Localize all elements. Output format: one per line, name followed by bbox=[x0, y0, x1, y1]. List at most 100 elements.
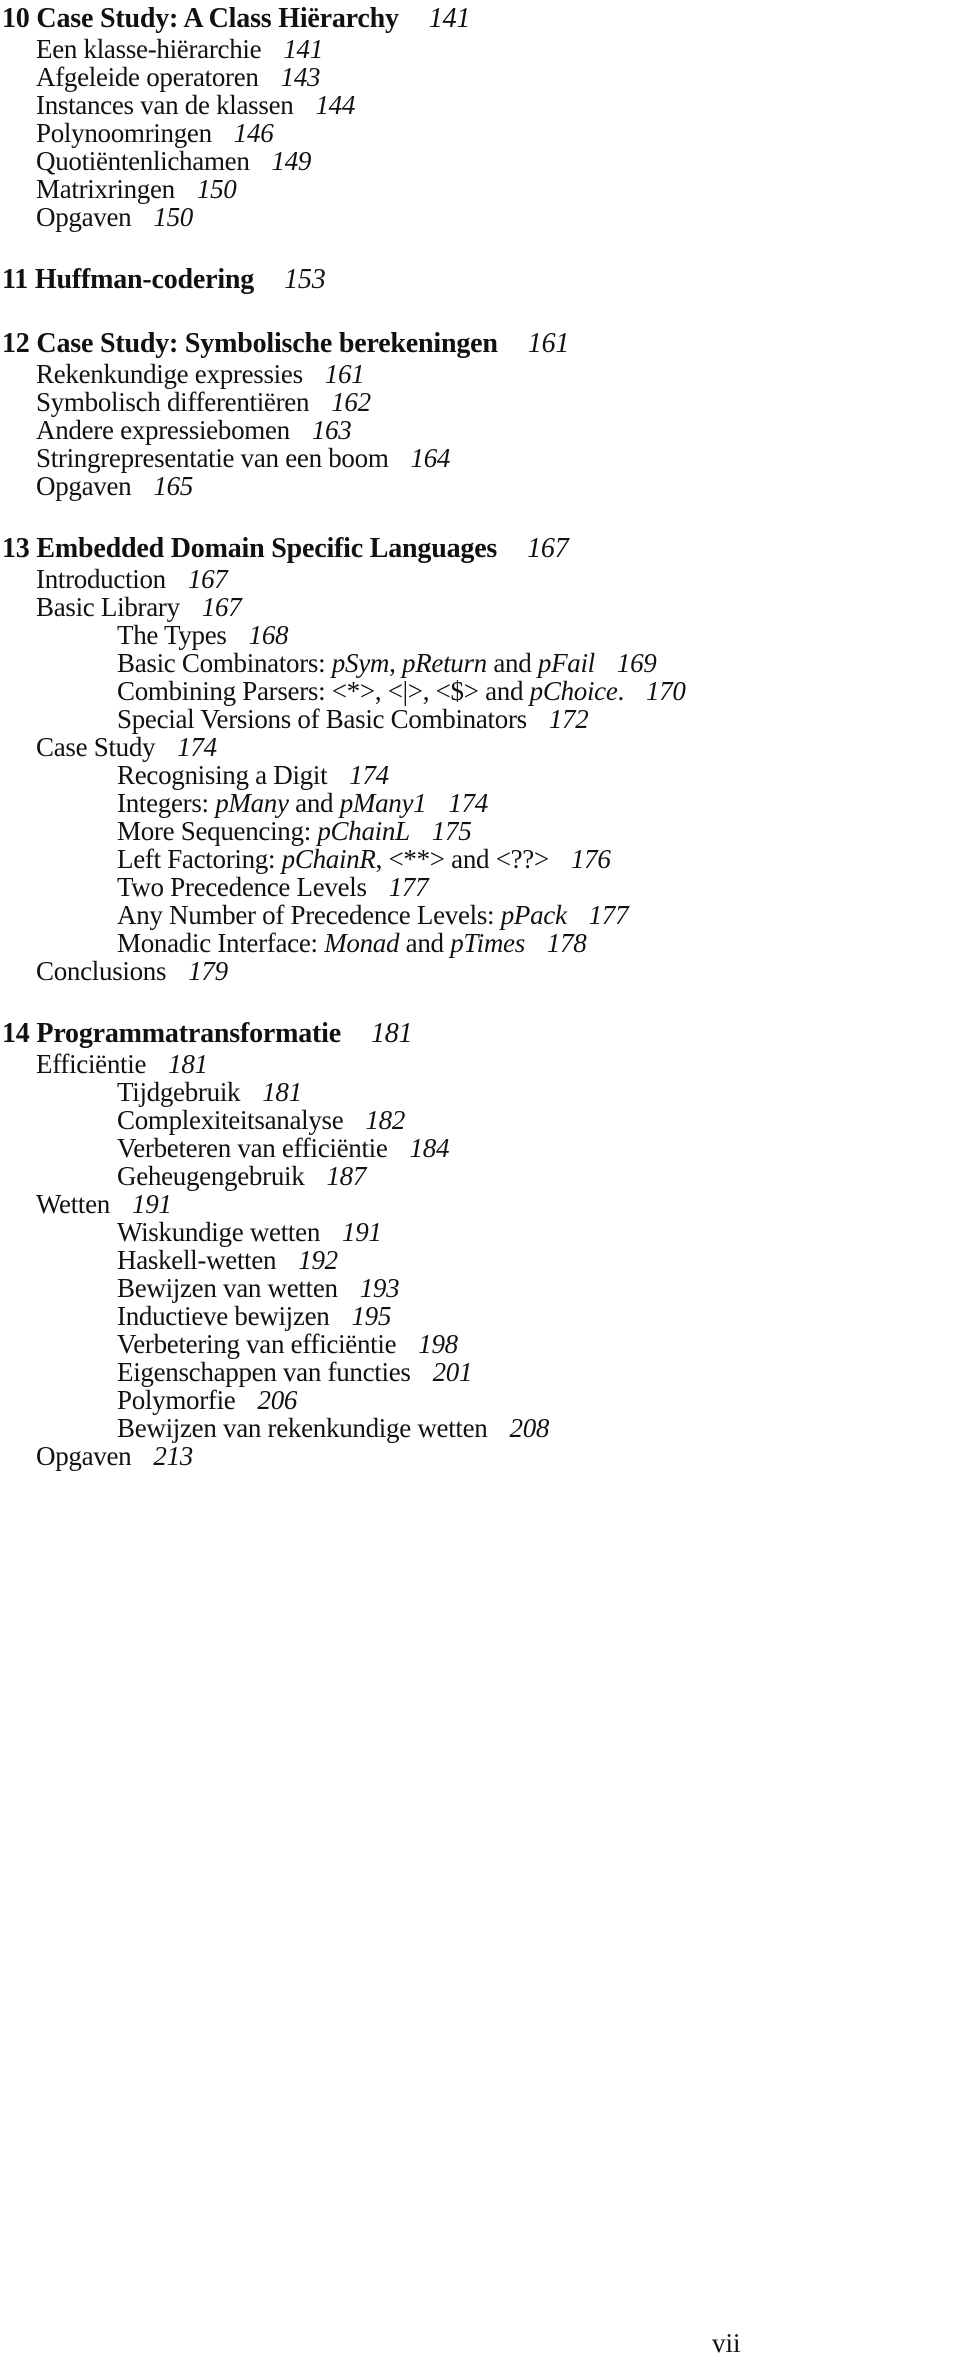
entry-page-number: 162 bbox=[331, 387, 371, 417]
toc-subsection[interactable]: Haskell-wetten 192 bbox=[2, 1246, 952, 1274]
toc-section[interactable]: Matrixringen 150 bbox=[2, 175, 952, 203]
entry-title: Quotiëntenlichamen bbox=[36, 146, 250, 176]
toc-section[interactable]: Case Study 174 bbox=[2, 733, 952, 761]
entry-title: Two Precedence Levels bbox=[117, 872, 367, 902]
entry-title: Any Number of Precedence Levels: pPack bbox=[117, 900, 567, 930]
toc-section[interactable]: Instances van de klassen 144 bbox=[2, 91, 952, 119]
entry-title: Tijdgebruik bbox=[117, 1077, 241, 1107]
toc-subsection[interactable]: Special Versions of Basic Combinators 172 bbox=[2, 705, 952, 733]
entry-page-number: 184 bbox=[409, 1133, 450, 1163]
entry-page-number: 181 bbox=[168, 1049, 208, 1079]
toc-subsection[interactable]: Two Precedence Levels 177 bbox=[2, 873, 952, 901]
toc-subsection[interactable]: Any Number of Precedence Levels: pPack 17… bbox=[2, 901, 952, 929]
entry-page-number: 150 bbox=[153, 202, 193, 232]
toc-section[interactable]: Basic Library 167 bbox=[2, 593, 952, 621]
toc-subsection[interactable]: Verbeteren van efficiëntie 184 bbox=[2, 1134, 952, 1162]
entry-title: Special Versions of Basic Combinators bbox=[117, 704, 527, 734]
entry-text: , <**> and <??> bbox=[375, 844, 550, 874]
toc-chapter-heading[interactable]: 13 Embedded Domain Specific Languages 167 bbox=[2, 534, 952, 564]
toc-subsection[interactable]: Recognising a Digit 174 bbox=[2, 761, 952, 789]
chapter-page-number: 141 bbox=[428, 3, 471, 34]
toc-subsection[interactable]: Verbetering van efficiëntie 198 bbox=[2, 1330, 952, 1358]
entry-text: The Types bbox=[117, 620, 227, 650]
toc-subsection[interactable]: Bewijzen van wetten 193 bbox=[2, 1274, 952, 1302]
entry-page-number: 213 bbox=[153, 1441, 193, 1471]
entry-text: Polynoomringen bbox=[36, 118, 212, 148]
toc-subsection[interactable]: Polymorfie 206 bbox=[2, 1386, 952, 1414]
entry-text: Basic Library bbox=[36, 592, 180, 622]
toc-subsection[interactable]: Bewijzen van rekenkundige wetten 208 bbox=[2, 1414, 952, 1442]
entry-title: Combining Parsers: <*>, <|>, <$> and pCh… bbox=[117, 676, 624, 706]
entry-text: Recognising a Digit bbox=[117, 760, 328, 790]
toc-section[interactable]: Een klasse-hiërarchie 141 bbox=[2, 35, 952, 63]
entry-code-term: pFail bbox=[537, 648, 595, 678]
toc-section[interactable]: Afgeleide operatoren 143 bbox=[2, 63, 952, 91]
entry-text: Bewijzen van wetten bbox=[117, 1273, 338, 1303]
toc-subsection[interactable]: Monadic Interface: Monad and pTimes 178 bbox=[2, 929, 952, 957]
toc-subsection[interactable]: Wiskundige wetten 191 bbox=[2, 1218, 952, 1246]
entry-title: Bewijzen van rekenkundige wetten bbox=[117, 1413, 488, 1443]
entry-page-number: 175 bbox=[431, 816, 472, 846]
toc-chapter-heading[interactable]: 11 Huffman-codering 153 bbox=[2, 265, 952, 295]
toc-subsection[interactable]: Basic Combinators: pSym, pReturn and pFa… bbox=[2, 649, 952, 677]
entry-text: , bbox=[389, 648, 402, 678]
toc-section[interactable]: Opgaven 213 bbox=[2, 1442, 952, 1470]
entry-text: Efficiëntie bbox=[36, 1049, 147, 1079]
entry-text: Een klasse-hiërarchie bbox=[36, 34, 262, 64]
toc-chapter-heading[interactable]: 14 Programmatransformatie 181 bbox=[2, 1019, 952, 1049]
toc-subsection[interactable]: The Types 168 bbox=[2, 621, 952, 649]
entry-code-term: pSym bbox=[331, 648, 390, 678]
entry-page-number: 195 bbox=[351, 1301, 392, 1331]
chapter-number: 10 bbox=[2, 3, 30, 34]
page-number: vii bbox=[712, 2328, 741, 2358]
toc-section[interactable]: Andere expressiebomen 163 bbox=[2, 416, 952, 444]
entry-text: Wetten bbox=[36, 1189, 110, 1219]
toc-section[interactable]: Opgaven 150 bbox=[2, 203, 952, 231]
toc-subsection[interactable]: Integers: pMany and pMany1 174 bbox=[2, 789, 952, 817]
entry-page-number: 163 bbox=[311, 415, 352, 445]
toc-subsection[interactable]: Combining Parsers: <*>, <|>, <$> and pCh… bbox=[2, 677, 952, 705]
toc-section[interactable]: Opgaven 165 bbox=[2, 472, 952, 500]
entry-page-number: 191 bbox=[342, 1217, 382, 1247]
toc-subsection[interactable]: Inductieve bewijzen 195 bbox=[2, 1302, 952, 1330]
toc-subsection[interactable]: Complexiteitsanalyse 182 bbox=[2, 1106, 952, 1134]
entry-page-number: 150 bbox=[196, 174, 237, 204]
chapter-title: Embedded Domain Specific Languages bbox=[36, 533, 498, 564]
entry-text: Afgeleide operatoren bbox=[36, 62, 259, 92]
toc-section[interactable]: Rekenkundige expressies 161 bbox=[2, 360, 952, 388]
toc-section[interactable]: Polynoomringen 146 bbox=[2, 119, 952, 147]
toc-section[interactable]: Stringrepresentatie van een boom 164 bbox=[2, 444, 952, 472]
entry-text: Polymorfie bbox=[117, 1385, 236, 1415]
toc-subsection[interactable]: Tijdgebruik 181 bbox=[2, 1078, 952, 1106]
toc-section[interactable]: Introduction 167 bbox=[2, 565, 952, 593]
entry-title: Eigenschappen van functies bbox=[117, 1357, 411, 1387]
toc-subsection[interactable]: More Sequencing: pChainL 175 bbox=[2, 817, 952, 845]
entry-title: Bewijzen van wetten bbox=[117, 1273, 338, 1303]
entry-title: Case Study bbox=[36, 732, 156, 762]
entry-page-number: 161 bbox=[324, 359, 365, 389]
entry-title: Complexiteitsanalyse bbox=[117, 1105, 344, 1135]
toc-chapter-heading[interactable]: 10 Case Study: A Class Hiërarchy 141 bbox=[2, 4, 952, 34]
entry-text: Opgaven bbox=[36, 471, 132, 501]
entry-title: Basic Combinators: pSym, pReturn and pFa… bbox=[117, 648, 595, 678]
entry-title: Andere expressiebomen bbox=[36, 415, 290, 445]
toc-subsection[interactable]: Left Factoring: pChainR, <**> and <??> 17… bbox=[2, 845, 952, 873]
entry-title: Opgaven bbox=[36, 471, 132, 501]
entry-text: Andere expressiebomen bbox=[36, 415, 290, 445]
entry-page-number: 165 bbox=[153, 471, 193, 501]
entry-text: More Sequencing: bbox=[117, 816, 318, 846]
toc-section[interactable]: Wetten 191 bbox=[2, 1190, 952, 1218]
toc-section[interactable]: Symbolisch differentiëren 162 bbox=[2, 388, 952, 416]
entry-page-number: 172 bbox=[548, 704, 589, 734]
entry-title: Opgaven bbox=[36, 1441, 132, 1471]
toc-subsection[interactable]: Eigenschappen van functies 201 bbox=[2, 1358, 952, 1386]
toc-subsection[interactable]: Geheugengebruik 187 bbox=[2, 1162, 952, 1190]
toc-section[interactable]: Conclusions 179 bbox=[2, 957, 952, 985]
entry-title: Conclusions bbox=[36, 956, 167, 986]
entry-text: and bbox=[486, 648, 538, 678]
toc-section[interactable]: Quotiëntenlichamen 149 bbox=[2, 147, 952, 175]
entry-page-number: 192 bbox=[298, 1245, 338, 1275]
toc-section[interactable]: Efficiëntie 181 bbox=[2, 1050, 952, 1078]
toc-chapter-heading[interactable]: 12 Case Study: Symbolische berekeningen 1… bbox=[2, 329, 952, 359]
entry-title: Afgeleide operatoren bbox=[36, 62, 259, 92]
